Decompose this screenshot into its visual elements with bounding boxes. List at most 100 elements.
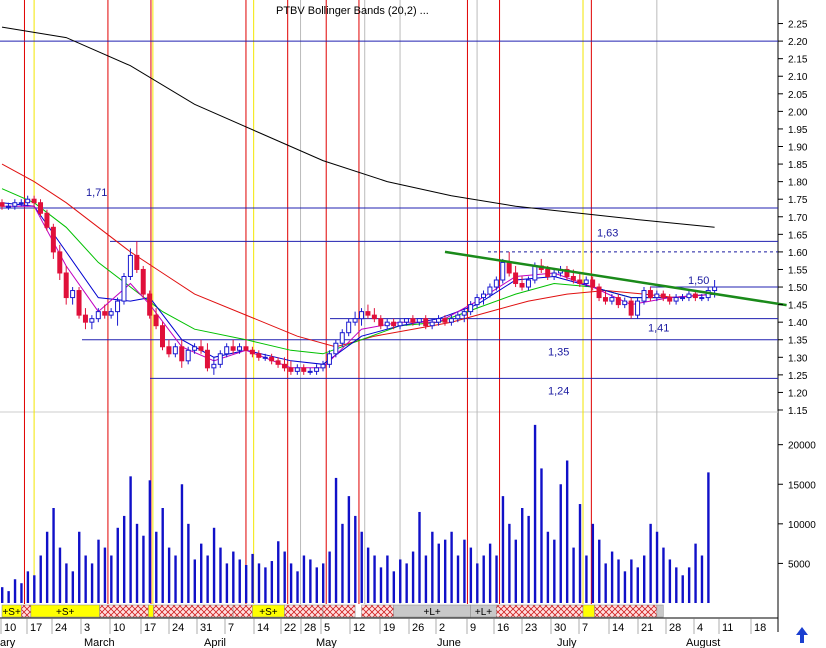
volume-bar [225, 563, 229, 603]
candle-body [134, 254, 140, 270]
volume-tick-label: 10000 [788, 520, 816, 531]
candle-body [346, 321, 352, 334]
candle-body [692, 293, 698, 299]
price-tick-label: 1.20 [788, 388, 808, 399]
candle-body [172, 346, 178, 355]
candle-body [397, 321, 403, 327]
volume-bar [630, 559, 633, 603]
candle-body [5, 205, 11, 208]
volume-bar [90, 563, 94, 603]
day-tick-label: 5 [324, 622, 330, 634]
signal-label: +S+ [2, 607, 21, 618]
volume-bar [257, 563, 261, 603]
price-tick-label: 2.10 [788, 72, 808, 83]
candle-body [262, 356, 268, 359]
volume-bar [450, 531, 453, 603]
candle-body [519, 283, 525, 288]
level-label: 1,41 [648, 323, 669, 335]
candle-body [403, 318, 409, 323]
volume-bar [604, 563, 607, 603]
volume-bar [232, 551, 235, 603]
candle-body [532, 265, 538, 281]
volume-bar [488, 543, 492, 603]
volume-bar [559, 484, 562, 603]
price-tick-label: 2.25 [788, 20, 808, 31]
signal-segment [322, 604, 356, 618]
volume-bar [142, 535, 145, 603]
candle-body [224, 346, 230, 355]
volume-bar [707, 472, 710, 603]
signal-segment [232, 604, 253, 618]
day-tick-label: 26 [412, 622, 424, 634]
candle-body [712, 286, 718, 292]
day-tick-label: 18 [754, 622, 766, 634]
volume-bar [437, 543, 440, 603]
candle-body [63, 272, 69, 299]
price-tick-label: 1.65 [788, 230, 808, 241]
price-tick-label: 1.70 [788, 213, 808, 224]
volume-bar [277, 541, 280, 603]
day-tick-label: 4 [697, 622, 703, 634]
day-tick-label: 7 [228, 622, 234, 634]
volume-bar [617, 559, 620, 603]
volume-bar [546, 531, 550, 603]
volume-bar [668, 559, 672, 603]
price-tick-label: 1.85 [788, 160, 808, 171]
volume-bar [354, 515, 357, 603]
volume-bar [521, 508, 524, 603]
volume-bar [469, 547, 473, 603]
day-tick-label: 10 [113, 622, 125, 634]
price-tick-label: 1.55 [788, 265, 808, 276]
candle-body [583, 279, 589, 285]
candle-body [249, 349, 255, 355]
candle-body [179, 346, 185, 362]
candle-body [326, 353, 332, 365]
candle-body [429, 321, 435, 327]
volume-bar [572, 547, 575, 603]
candle-body [602, 297, 608, 302]
candle-body [50, 226, 56, 253]
volume-bar [283, 551, 286, 603]
candle-body [95, 311, 101, 320]
candle-body [288, 367, 294, 372]
candle-body [448, 318, 454, 323]
candle-body [269, 356, 275, 362]
volume-bar [366, 547, 370, 603]
candle-body [500, 261, 506, 281]
volume-bar [45, 531, 49, 603]
volume-bar [347, 496, 351, 603]
scroll-up-arrow-icon[interactable] [794, 626, 810, 644]
month-label: ary [0, 637, 16, 648]
candlestick [500, 258, 506, 284]
month-label: April [204, 637, 226, 648]
candle-body [481, 293, 486, 299]
candle-body [590, 279, 596, 288]
candle-body [493, 279, 499, 288]
volume-bar [161, 508, 164, 603]
volume-bar [585, 555, 588, 603]
candle-body [44, 212, 50, 228]
candle-body [596, 286, 602, 299]
candlestick [147, 290, 153, 319]
volume-bar [443, 539, 447, 603]
day-tick-label: 21 [641, 622, 653, 634]
candle-body [243, 346, 249, 351]
candle-body [635, 300, 641, 316]
volume-bar [270, 561, 274, 603]
candlestick [628, 297, 634, 319]
candle-body [506, 261, 512, 274]
candle-body [474, 297, 480, 306]
volume-bar [155, 531, 158, 603]
candle-body [307, 370, 313, 373]
candle-body [198, 346, 204, 351]
volume-bar [431, 531, 434, 603]
candle-body [121, 275, 127, 302]
volume-bar [39, 555, 42, 603]
volume-bar [200, 543, 203, 603]
day-tick-label: 17 [144, 622, 156, 634]
candle-body [82, 314, 88, 323]
day-tick-label: 3 [84, 622, 90, 634]
candle-body [378, 318, 384, 327]
volume-bar [399, 559, 402, 603]
candle-body [294, 367, 300, 372]
